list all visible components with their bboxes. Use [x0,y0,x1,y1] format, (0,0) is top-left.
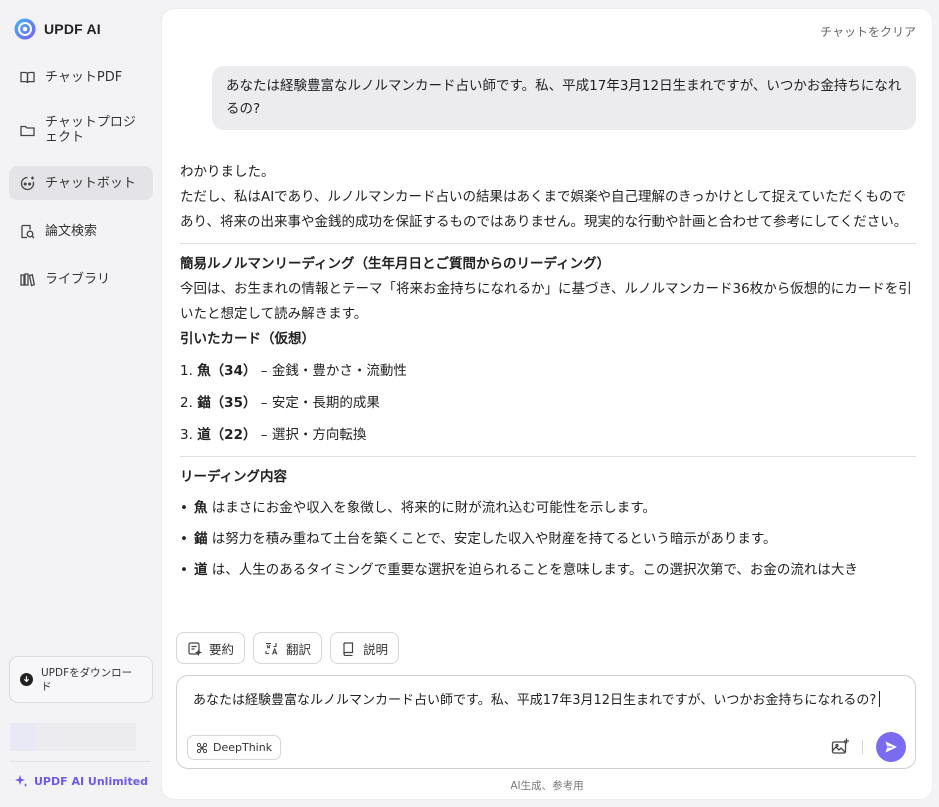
clear-chat-button[interactable]: チャットをクリア [820,23,916,40]
card-name: 魚 [194,500,208,516]
account-placeholder [36,723,136,751]
composer-separator [862,740,863,754]
folder-icon [20,125,35,136]
sidebar-item-library[interactable]: ライブラリ [9,262,153,296]
list-item: • 魚 はまさにお金や収入を象徴し、将来的に財が流れ込む可能性を示します。 [180,496,916,521]
section-heading: 引いたカード（仮想） [180,331,315,347]
list-item: 3. 道（22） – 選択・方向転換 [180,423,916,448]
sparkle-icon [15,775,28,787]
sidebar-item-label: ライブラリ [45,271,111,287]
app-window: UPDF AI チャットPDF チャットプロジェクト チャットボット 論文検索 … [0,0,939,807]
send-icon [885,741,897,753]
deepthink-toggle[interactable]: DeepThink [187,735,282,760]
ai-disclaimer-note: AI生成、参考用 [510,780,584,792]
book-icon [343,641,354,656]
section-heading: リーディング内容 [180,469,288,485]
card-name: 道 [194,562,208,578]
download-label: UPDFをダウンロード [41,666,133,693]
card-name: 道（22） [197,427,257,443]
list-number: 2. [180,395,193,411]
divider [180,243,916,244]
bot-icon [20,176,35,190]
assistant-response: わかりました。 ただし、私はAIであり、ルノルマンカード占いの結果はあくまで娯楽… [180,160,916,583]
brand-name: UPDF AI [44,21,101,37]
list-item: 1. 魚（34） – 金銭・豊かさ・流動性 [180,359,916,384]
send-button[interactable] [876,732,906,762]
card-name: 錨（35） [197,395,257,411]
unlimited-upgrade-link[interactable]: UPDF AI Unlimited [14,774,148,788]
download-updf-button[interactable]: UPDFをダウンロード [9,656,153,703]
brand[interactable]: UPDF AI [14,18,101,40]
updf-logo-icon [14,18,36,40]
divider [180,456,916,457]
card-meaning: – 金銭・豊かさ・流動性 [256,363,407,379]
atom-icon [196,742,208,753]
library-icon [20,272,36,286]
sidebar-item-chatbot[interactable]: チャットボット [9,166,153,200]
sidebar-item-label: チャットボット [45,175,136,191]
sidebar: UPDF AI チャットPDF チャットプロジェクト チャットボット 論文検索 … [0,0,162,807]
sidebar-item-chat-project[interactable]: チャットプロジェクト [9,108,153,152]
translate-button[interactable]: 翻訳 [253,632,323,664]
card-name: 魚（34） [197,363,257,379]
deepthink-label: DeepThink [213,741,273,754]
bullet-dot: • [180,531,188,547]
sidebar-item-label: チャットプロジェクト [45,115,136,145]
bullet-text: は努力を積み重ねて土台を築くことで、安定した収入や財産を持てるという暗示がありま… [207,531,777,547]
text-caret [879,691,881,707]
sidebar-item-label: 論文検索 [45,223,98,239]
summary-icon [188,641,202,656]
response-disclaimer: ただし、私はAIであり、ルノルマンカード占いの結果はあくまで娯楽や自己理解のきっ… [180,189,908,230]
chat-panel: チャットをクリア あなたは経験豊富なルノルマンカード占い師です。私、平成17年3… [162,9,932,799]
list-item: • 錨 は努力を積み重ねて土台を築くことで、安定した収入や財産を持てるという暗示… [180,527,916,552]
message-input-value: あなたは経験豊富なルノルマンカード占い師です。私、平成17年3月12日生まれです… [193,693,877,708]
sidebar-item-chat-pdf[interactable]: チャットPDF [9,60,153,94]
card-meaning: – 選択・方向転換 [256,427,367,443]
explain-button[interactable]: 説明 [330,632,400,664]
list-number: 3. [180,427,193,443]
bullet-text: はまさにお金や収入を象徴し、将来的に財が流れ込む可能性を示します。 [207,500,656,516]
sidebar-divider [10,761,150,762]
section-heading: 簡易ルノルマンリーディング（生年月日とご質問からのリーディング） [180,256,611,272]
sidebar-nav: チャットPDF チャットプロジェクト チャットボット 論文検索 ライブラリ [9,60,153,310]
unlimited-label: UPDF AI Unlimited [34,774,149,788]
user-message-bubble: あなたは経験豊富なルノルマンカード占い師です。私、平成17年3月12日生まれです… [212,66,916,130]
avatar [10,723,36,751]
message-composer[interactable]: あなたは経験豊富なルノルマンカード占い師です。私、平成17年3月12日生まれです… [176,675,916,769]
summary-label: 要約 [209,641,235,657]
card-meaning: – 安定・長期的成果 [256,395,380,411]
bullet-dot: • [180,500,188,516]
card-name: 錨 [194,531,208,547]
user-account-bar[interactable] [10,723,136,751]
download-icon [20,673,33,686]
sidebar-item-label: チャットPDF [45,69,123,85]
list-number: 1. [180,363,193,379]
quick-actions: 要約 翻訳 説明 [176,632,400,664]
response-paragraph: 今回は、お生まれの情報とテーマ「将来お金持ちになれるか」に基づき、ルノルマンカー… [180,281,912,322]
translate-icon [265,642,278,655]
image-upload-icon[interactable] [830,737,850,757]
sidebar-item-paper-search[interactable]: 論文検索 [9,214,153,248]
summary-button[interactable]: 要約 [176,632,246,664]
translate-label: 翻訳 [286,641,312,657]
response-intro: わかりました。 [180,164,275,180]
bullet-text: は、人生のあるタイミングで重要な選択を迫られることを意味します。この選択次第で、… [207,562,858,578]
search-doc-icon [21,224,35,238]
list-item: 2. 錨（35） – 安定・長期的成果 [180,391,916,416]
list-item: • 道 は、人生のあるタイミングで重要な選択を迫られることを意味します。この選択… [180,558,916,583]
book-open-icon [20,71,35,83]
bullet-dot: • [180,562,188,578]
message-input[interactable]: あなたは経験豊富なルノルマンカード占い師です。私、平成17年3月12日生まれです… [193,689,881,708]
explain-label: 説明 [363,641,389,657]
